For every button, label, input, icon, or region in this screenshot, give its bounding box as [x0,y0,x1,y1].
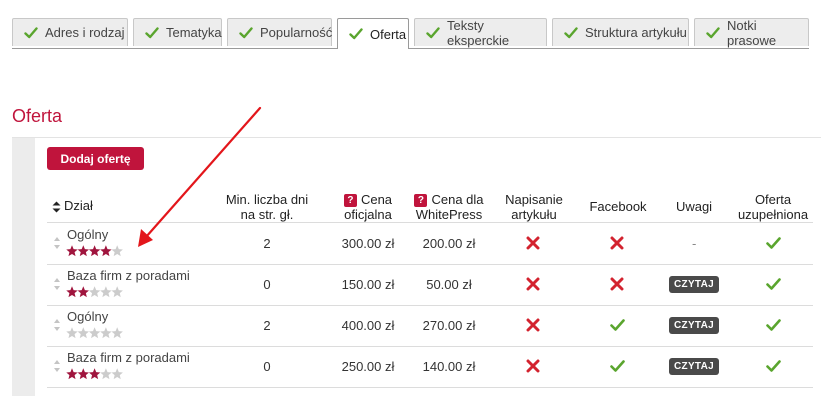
tab-label: Oferta [370,26,407,42]
check-icon [349,28,363,40]
annotation-arrow [138,106,262,247]
tab-oferta[interactable]: Oferta [337,18,409,49]
